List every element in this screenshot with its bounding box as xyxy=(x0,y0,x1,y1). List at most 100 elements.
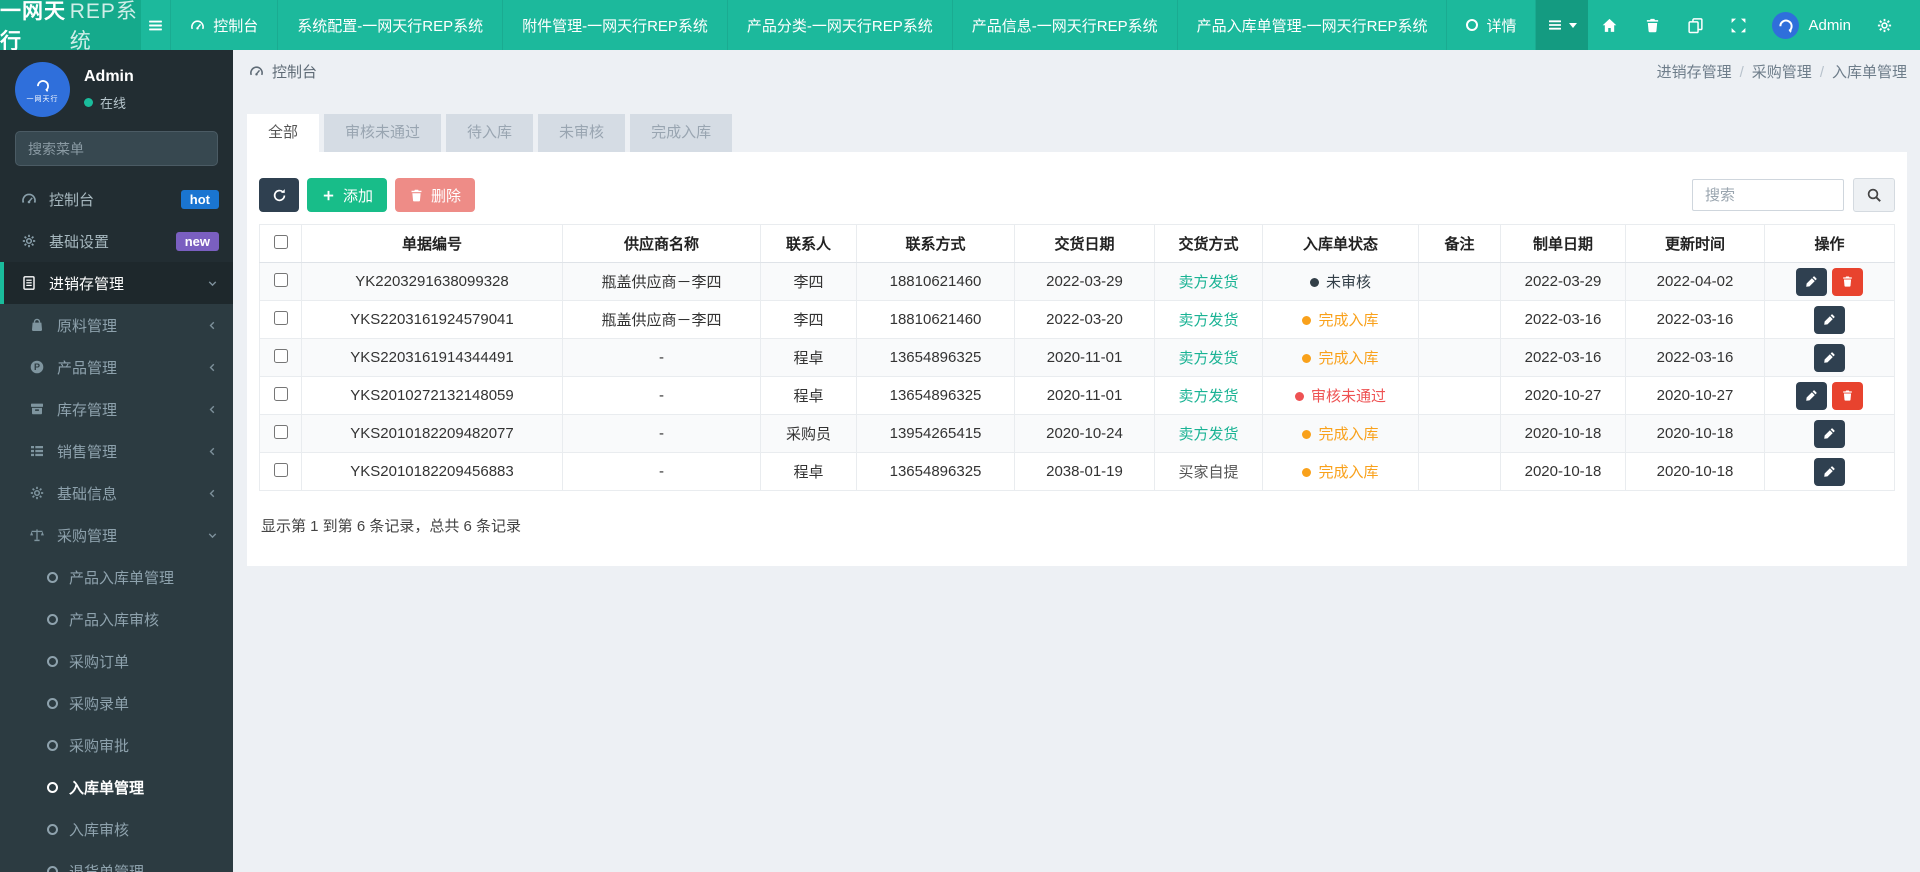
row-checkbox[interactable] xyxy=(273,386,288,401)
sidebar-item-inbound-review[interactable]: 入库审核 xyxy=(0,808,233,850)
navbar-tab[interactable]: 产品信息-一网天行REP系统 xyxy=(953,0,1178,50)
row-checkbox[interactable] xyxy=(273,348,288,363)
sidebar-item-purchase-order[interactable]: 采购订单 xyxy=(0,640,233,682)
sidebar-item-console[interactable]: 控制台 hot xyxy=(0,178,233,220)
home-button[interactable] xyxy=(1588,17,1631,34)
sidebar-item-return-order-mgmt[interactable]: 退货单管理 xyxy=(0,850,233,872)
table-search-input[interactable] xyxy=(1692,179,1844,211)
sidebar-item-label: 采购审批 xyxy=(69,737,130,755)
edit-row-button[interactable] xyxy=(1796,267,1827,296)
row-checkbox[interactable] xyxy=(273,310,288,325)
sidebar-item-label: 退货单管理 xyxy=(69,863,145,872)
sidebar-item-basic-info[interactable]: 基础信息 xyxy=(0,472,233,514)
caret-down-icon xyxy=(1569,22,1578,28)
sidebar-item-label: 基础信息 xyxy=(57,485,118,503)
filter-tab-unreviewed[interactable]: 未审核 xyxy=(538,114,626,152)
row-checkbox[interactable] xyxy=(273,424,288,439)
clear-tabs-button[interactable] xyxy=(1631,17,1674,34)
breadcrumb-item[interactable]: 采购管理 xyxy=(1752,64,1812,81)
edit-row-button[interactable] xyxy=(1796,381,1827,410)
navbar-tab-list: 控制台 系统配置-一网天行REP系统 附件管理-一网天行REP系统 产品分类-一… xyxy=(170,0,1537,50)
navbar-tab[interactable]: 系统配置-一网天行REP系统 xyxy=(278,0,504,50)
navbar-tab[interactable]: 产品分类-一网天行REP系统 xyxy=(728,0,953,50)
table-row: YK2203291638099328 瓶盖供应商－李四 李四 188106214… xyxy=(259,262,1895,301)
sidebar-user-name: Admin xyxy=(84,67,134,85)
tab-list-dropdown-button[interactable] xyxy=(1536,0,1589,50)
sidebar-item-product-mgmt[interactable]: 产品管理 xyxy=(0,346,233,388)
brand-logo[interactable]: 一网天行 REP系统 xyxy=(0,0,142,53)
sidebar-item-basic-settings[interactable]: 基础设置 new xyxy=(0,220,233,262)
pencil-icon xyxy=(1824,352,1835,363)
sidebar-item-stock-mgmt[interactable]: 库存管理 xyxy=(0,388,233,430)
sidebar-item-purchase-approval[interactable]: 采购审批 xyxy=(0,724,233,766)
navbar-tab-detail[interactable]: 详情 xyxy=(1447,0,1537,50)
table-search-button[interactable] xyxy=(1853,178,1895,212)
cell-phone: 18810621460 xyxy=(856,262,1015,301)
settings-button[interactable] xyxy=(1863,17,1906,34)
sidebar-item-purchase-entry[interactable]: 采购录单 xyxy=(0,682,233,724)
sidebar-item-product-inbound-review[interactable]: 产品入库审核 xyxy=(0,598,233,640)
filter-tab-review-rejected[interactable]: 审核未通过 xyxy=(324,114,442,152)
delete-row-button[interactable] xyxy=(1832,381,1863,410)
fullscreen-button[interactable] xyxy=(1717,17,1760,34)
filter-tab-pending-inbound[interactable]: 待入库 xyxy=(446,114,534,152)
sidebar-item-purchase-mgmt[interactable]: 采购管理 xyxy=(0,514,233,556)
logo-swirl-icon xyxy=(1779,19,1793,34)
cell-supplier: - xyxy=(562,452,761,491)
cell-delivery-method: 买家自提 xyxy=(1154,452,1263,491)
filter-tab-all[interactable]: 全部 xyxy=(247,114,320,152)
edit-row-button[interactable] xyxy=(1814,305,1845,334)
column-header: 更新时间 xyxy=(1625,224,1765,263)
sidebar-item-label: 采购订单 xyxy=(69,653,130,671)
hamburger-icon xyxy=(149,20,163,30)
circle-o-icon xyxy=(47,865,58,872)
sidebar-item-product-inbound-mgmt[interactable]: 产品入库单管理 xyxy=(0,556,233,598)
cell-remark xyxy=(1418,376,1501,415)
new-badge: new xyxy=(175,231,219,251)
app-root: 一网天行 REP系统 控制台 系统配置-一网天行REP系统 附件管理-一网天行RE… xyxy=(0,0,1920,872)
breadcrumb-item[interactable]: 进销存管理 xyxy=(1657,64,1732,81)
circle-o-icon xyxy=(47,655,58,667)
refresh-button[interactable] xyxy=(259,178,299,212)
sidebar-item-raw-material[interactable]: 原料管理 xyxy=(0,304,233,346)
filter-tab-inbound-done[interactable]: 完成入库 xyxy=(630,114,733,152)
shopping-bag-icon xyxy=(28,317,46,333)
sidebar-item-inventory-mgmt[interactable]: 进销存管理 xyxy=(0,262,233,304)
user-menu[interactable]: Admin xyxy=(1760,11,1863,39)
cell-updated: 2022-04-02 xyxy=(1625,262,1765,301)
column-header: 供应商名称 xyxy=(562,224,761,263)
sidebar-toggle-button[interactable] xyxy=(141,0,170,50)
select-all-checkbox[interactable] xyxy=(273,234,288,249)
edit-row-button[interactable] xyxy=(1814,457,1845,486)
row-checkbox[interactable] xyxy=(273,272,288,287)
cell-contact: 程卓 xyxy=(760,376,857,415)
delete-row-button[interactable] xyxy=(1832,267,1863,296)
status-label: 完成入库 xyxy=(1318,350,1379,367)
sidebar-item-label: 进销存管理 xyxy=(49,275,125,293)
cell-delivery-date: 2020-11-01 xyxy=(1014,338,1155,377)
breadcrumb[interactable]: 控制台 xyxy=(249,61,317,82)
navbar-tab-console[interactable]: 控制台 xyxy=(170,0,279,50)
sidebar-search-input[interactable] xyxy=(28,140,209,157)
chevron-left-icon xyxy=(206,361,219,374)
sidebar-item-sales-mgmt[interactable]: 销售管理 xyxy=(0,430,233,472)
circle-o-icon xyxy=(47,613,58,625)
edit-row-button[interactable] xyxy=(1814,419,1845,448)
sidebar-item-inbound-order-mgmt-active[interactable]: 入库单管理 xyxy=(0,766,233,808)
file-text-icon xyxy=(20,275,38,291)
avatar-logo-text: 一网天行 xyxy=(26,95,59,103)
cell-status: 完成入库 xyxy=(1262,452,1419,491)
add-button[interactable]: 添加 xyxy=(307,178,388,212)
status-dot-icon xyxy=(1294,392,1304,401)
restore-tabs-button[interactable] xyxy=(1674,17,1717,34)
cell-supplier: 瓶盖供应商－李四 xyxy=(562,300,761,339)
delete-button[interactable]: 删除 xyxy=(395,178,476,212)
cell-created: 2020-10-18 xyxy=(1500,414,1626,453)
logo-swirl-icon xyxy=(36,79,49,93)
edit-row-button[interactable] xyxy=(1814,343,1845,372)
cell-remark xyxy=(1418,300,1501,339)
row-checkbox[interactable] xyxy=(273,462,288,477)
navbar-tab[interactable]: 附件管理-一网天行REP系统 xyxy=(503,0,728,50)
navbar-tab[interactable]: 产品入库单管理-一网天行REP系统 xyxy=(1178,0,1448,50)
cell-updated: 2020-10-18 xyxy=(1625,414,1765,453)
